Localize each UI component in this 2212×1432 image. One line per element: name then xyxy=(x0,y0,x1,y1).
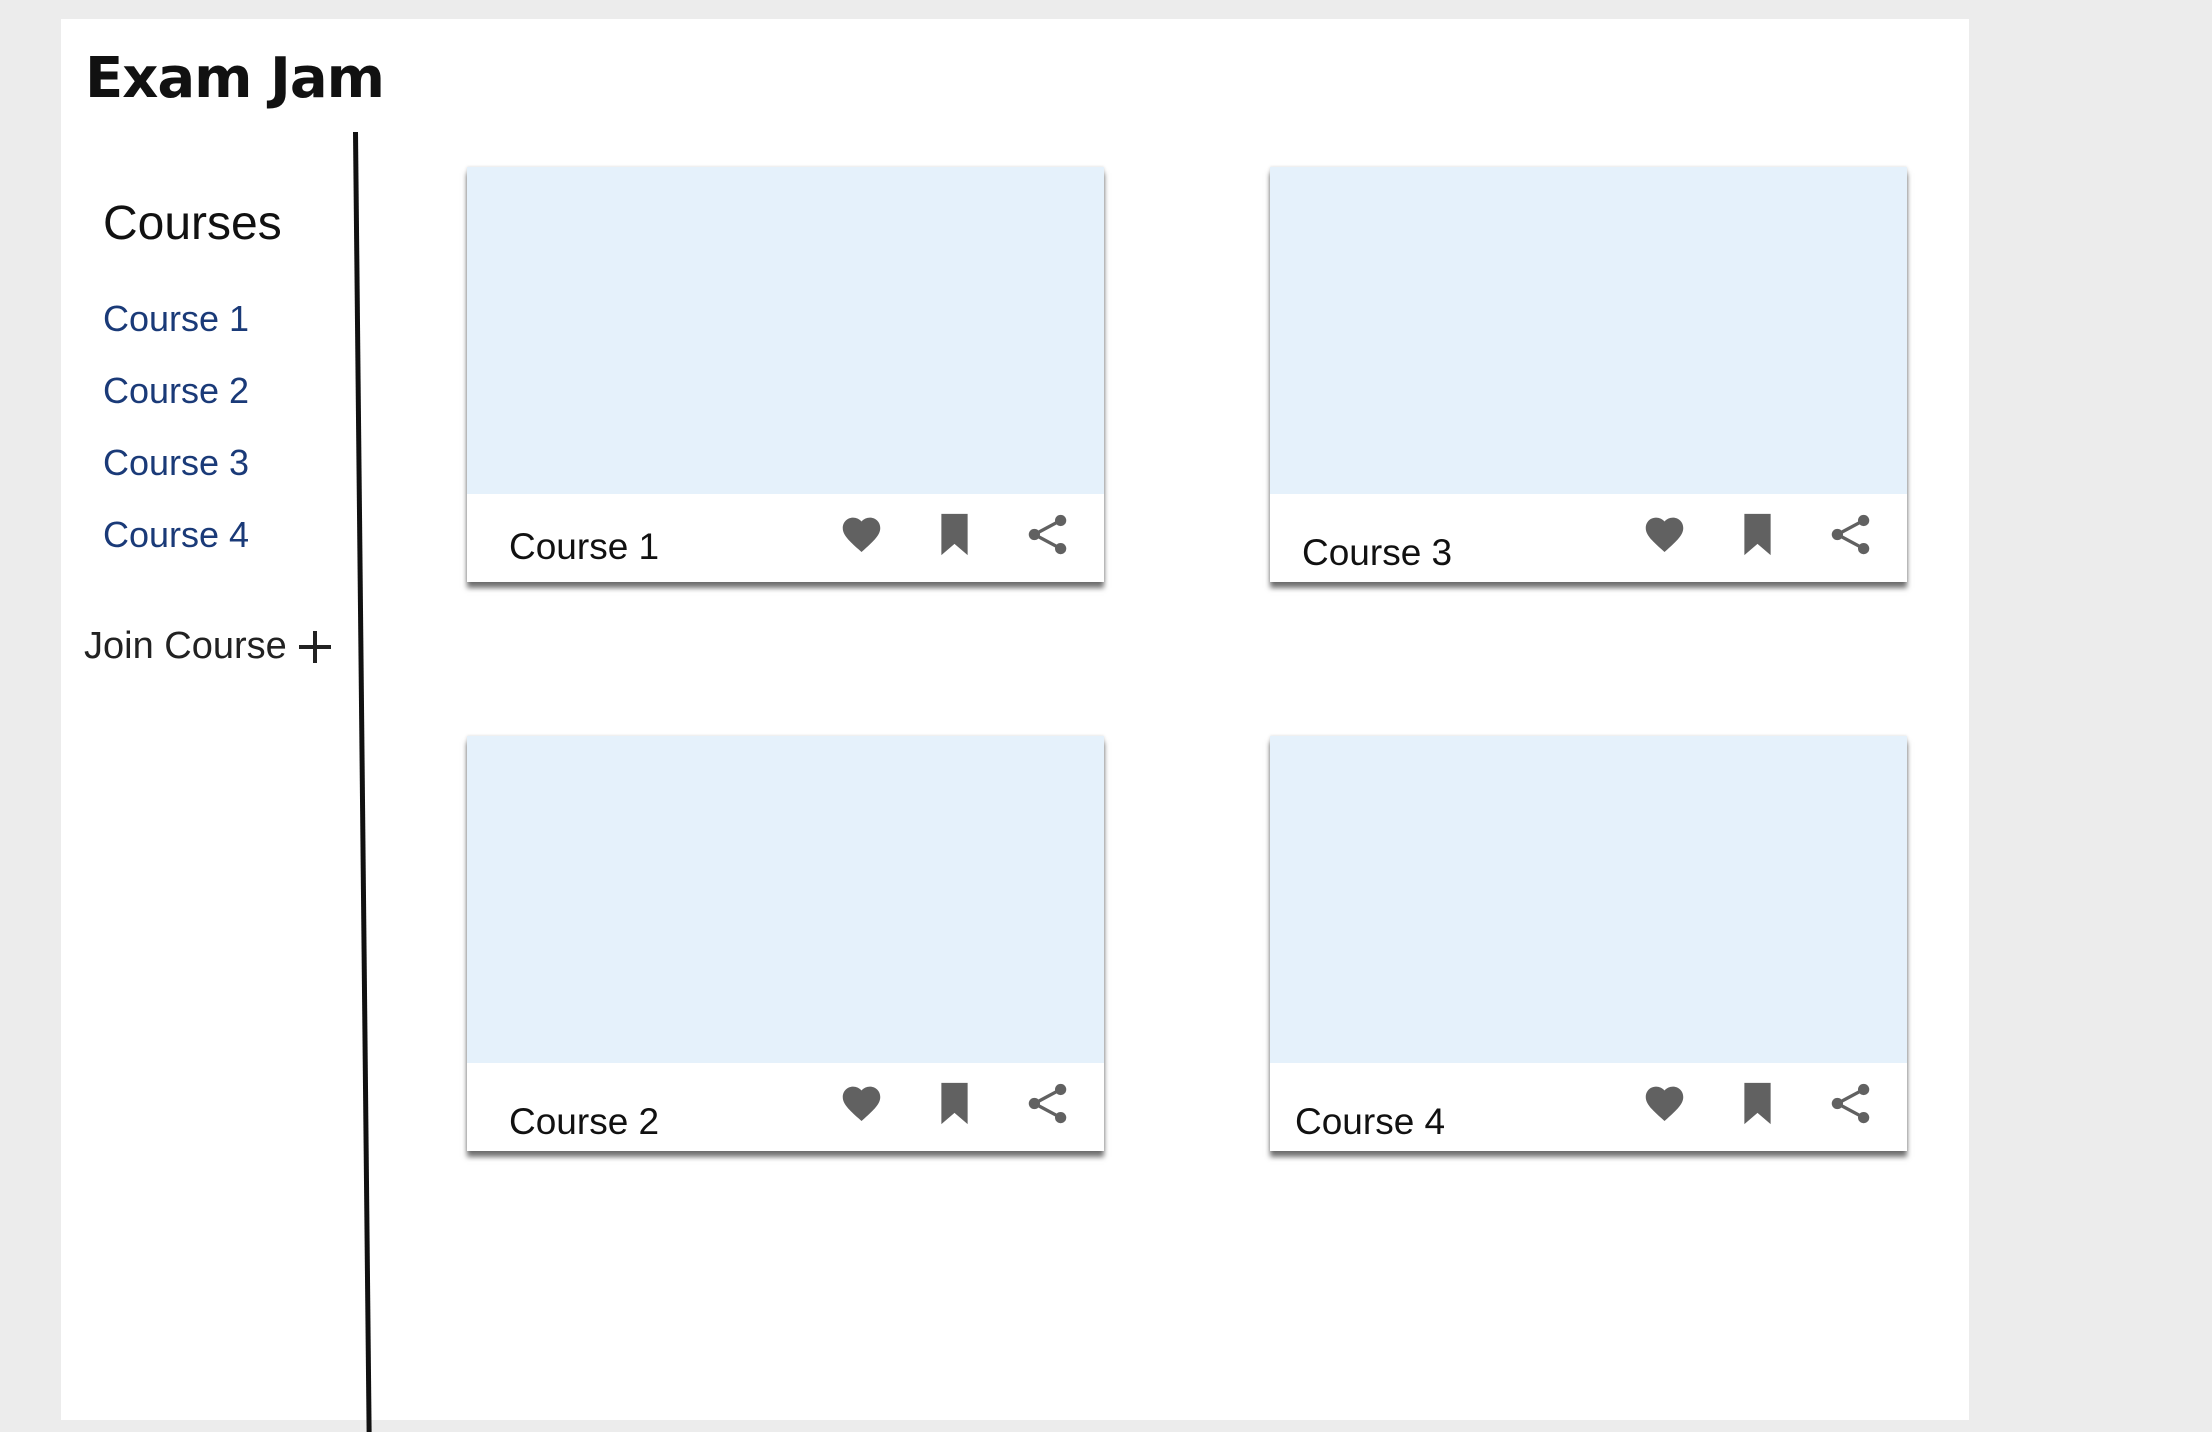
list-item: Course 3 xyxy=(103,427,249,499)
course-card[interactable]: Course 2 xyxy=(467,736,1104,1151)
join-course-button[interactable]: Join Course xyxy=(84,625,331,668)
plus-icon xyxy=(298,630,331,663)
card-actions xyxy=(1642,1081,1873,1126)
list-item: Course 2 xyxy=(103,355,249,427)
card-title: Course 1 xyxy=(509,526,660,567)
card-title: Course 3 xyxy=(1302,532,1453,573)
share-icon[interactable] xyxy=(1828,1081,1873,1126)
share-icon[interactable] xyxy=(1025,512,1070,557)
sidebar-heading: Courses xyxy=(103,197,282,250)
card-title: Course 2 xyxy=(509,1101,660,1142)
card-image xyxy=(467,736,1104,1063)
sidebar-item-course-3[interactable]: Course 3 xyxy=(103,427,249,499)
heart-icon[interactable] xyxy=(1642,1081,1687,1126)
card-actions xyxy=(839,512,1070,557)
bookmark-icon[interactable] xyxy=(1735,1081,1780,1126)
course-card[interactable]: Course 1 xyxy=(467,167,1104,582)
card-footer: Course 4 xyxy=(1270,1063,1907,1151)
bookmark-icon[interactable] xyxy=(932,1081,977,1126)
list-item: Course 4 xyxy=(103,499,249,571)
card-image xyxy=(1270,736,1907,1063)
heart-icon[interactable] xyxy=(1642,512,1687,557)
join-course-label: Join Course xyxy=(84,625,287,667)
heart-icon[interactable] xyxy=(839,1081,884,1126)
card-image xyxy=(1270,167,1907,494)
bookmark-icon[interactable] xyxy=(932,512,977,557)
bookmark-icon[interactable] xyxy=(1735,512,1780,557)
card-actions xyxy=(839,1081,1070,1126)
card-actions xyxy=(1642,512,1873,557)
share-icon[interactable] xyxy=(1025,1081,1070,1126)
card-title: Course 4 xyxy=(1295,1101,1446,1142)
sidebar-item-course-1[interactable]: Course 1 xyxy=(103,283,249,355)
heart-icon[interactable] xyxy=(839,512,884,557)
share-icon[interactable] xyxy=(1828,512,1873,557)
card-footer: Course 2 xyxy=(467,1063,1104,1151)
card-footer: Course 1 xyxy=(467,494,1104,582)
course-card[interactable]: Course 4 xyxy=(1270,736,1907,1151)
course-card[interactable]: Course 3 xyxy=(1270,167,1907,582)
app-title: Exam Jam xyxy=(85,46,385,111)
card-footer: Course 3 xyxy=(1270,494,1907,582)
sidebar-item-course-2[interactable]: Course 2 xyxy=(103,355,249,427)
course-list: Course 1 Course 2 Course 3 Course 4 xyxy=(103,283,249,571)
card-image xyxy=(467,167,1104,494)
sidebar-item-course-4[interactable]: Course 4 xyxy=(103,499,249,571)
main-page: Exam Jam Courses Course 1 Course 2 Cours… xyxy=(61,19,1969,1432)
list-item: Course 1 xyxy=(103,283,249,355)
sidebar-divider xyxy=(353,132,372,1432)
